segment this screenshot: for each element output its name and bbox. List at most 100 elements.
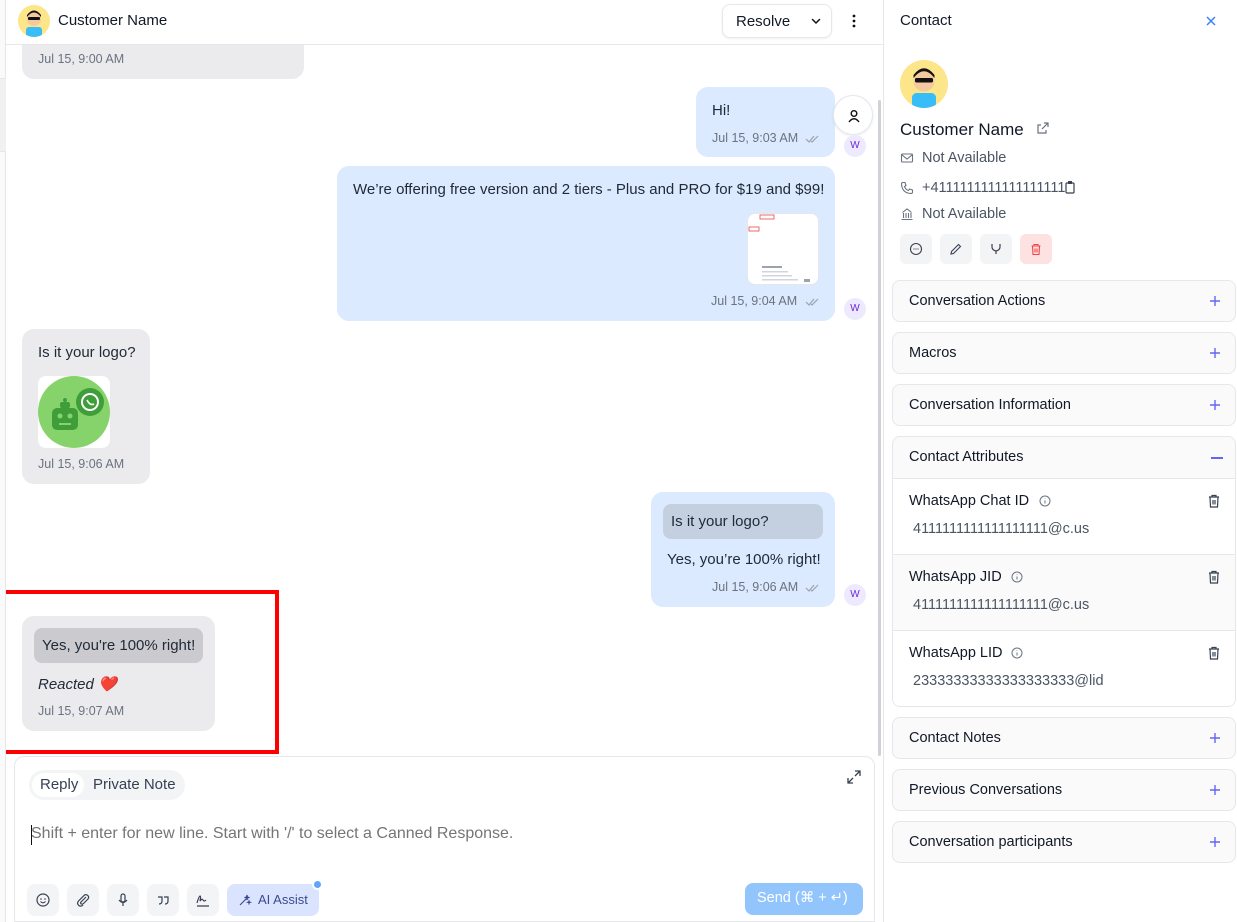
tab-reply[interactable]: Reply <box>40 776 78 793</box>
section-title: Contact Notes <box>909 730 1001 746</box>
attribute-item: WhatsApp JID 4111111111111111111@c.us <box>893 555 1235 631</box>
emoji-button[interactable] <box>27 884 59 916</box>
send-button[interactable]: Send (⌘ + ↵) <box>745 883 863 915</box>
ai-assist-label: AI Assist <box>258 892 308 907</box>
plus-icon[interactable] <box>1209 836 1221 848</box>
double-check-icon <box>805 135 819 143</box>
section-conversation-participants[interactable]: Conversation participants <box>892 821 1236 863</box>
user-icon <box>848 110 860 123</box>
emoji-icon <box>36 893 50 907</box>
tab-private-note[interactable]: Private Note <box>93 776 176 793</box>
section-contact-attributes: Contact Attributes WhatsApp Chat ID 4111… <box>892 436 1236 707</box>
new-message-button[interactable] <box>900 234 932 264</box>
message-time: Jul 15, 9:04 AM <box>711 294 798 308</box>
trash-icon[interactable] <box>1207 569 1221 585</box>
image-attachment[interactable] <box>38 376 110 448</box>
avatar[interactable] <box>18 5 50 37</box>
highlight-box <box>6 590 279 754</box>
attachment-thumbnail[interactable] <box>747 213 819 285</box>
assign-button[interactable] <box>833 95 873 135</box>
chat-icon <box>909 242 923 256</box>
resolve-button[interactable]: Resolve <box>722 4 832 38</box>
reply-mode-tabs: Reply Private Note <box>29 770 185 800</box>
section-title: Conversation Information <box>909 397 1071 413</box>
message-text: We’re offering free version and 2 tiers … <box>353 181 825 198</box>
trash-icon <box>1031 243 1041 256</box>
trash-icon[interactable] <box>1207 493 1221 509</box>
incoming-message: Jul 15, 9:00 AM <box>22 45 304 79</box>
microphone-icon <box>118 893 128 906</box>
plus-icon[interactable] <box>1209 784 1221 796</box>
message-list[interactable]: Jul 15, 9:00 AM Hi! Jul 15, 9:03 AM W We… <box>6 45 883 755</box>
expand-icon[interactable] <box>846 769 862 785</box>
message-text: Yes, you’re 100% right! <box>667 551 821 568</box>
quoted-message[interactable]: Is it your logo? <box>663 504 823 539</box>
info-icon[interactable] <box>1011 647 1023 659</box>
attribute-label: WhatsApp Chat ID <box>909 493 1030 509</box>
attribute-label: WhatsApp LID <box>909 645 1003 661</box>
info-icon[interactable] <box>1011 571 1023 583</box>
send-label: Send (⌘ + ↵) <box>757 890 848 906</box>
text-caret <box>31 825 32 845</box>
plus-icon[interactable] <box>1209 295 1221 307</box>
scrollbar[interactable] <box>878 100 881 756</box>
company-value: Not Available <box>922 206 1007 222</box>
voice-button[interactable] <box>107 884 139 916</box>
message-input[interactable] <box>31 825 851 843</box>
message-time: Jul 15, 9:06 AM <box>38 457 125 471</box>
quote-button[interactable] <box>147 884 179 916</box>
conversation-header: Customer Name Resolve <box>6 0 883 45</box>
section-header[interactable]: Contact Attributes <box>893 437 1235 479</box>
more-options-icon[interactable] <box>846 11 862 31</box>
reply-composer: Reply Private Note AI As <box>14 756 875 922</box>
section-macros[interactable]: Macros <box>892 332 1236 374</box>
attribute-value[interactable]: 4111111111111111111@c.us <box>913 597 1089 613</box>
quote-icon <box>158 896 169 905</box>
attribute-item: WhatsApp Chat ID 4111111111111111111@c.u… <box>893 479 1235 555</box>
signature-button[interactable] <box>187 884 219 916</box>
attribute-value[interactable]: 4111111111111111111@c.us <box>913 521 1089 537</box>
external-link-icon[interactable] <box>1036 121 1050 135</box>
message-time: Jul 15, 9:06 AM <box>712 580 799 594</box>
section-previous-conversations[interactable]: Previous Conversations <box>892 769 1236 811</box>
notification-dot <box>312 879 323 890</box>
message-time: Jul 15, 9:03 AM <box>712 131 799 145</box>
attribute-value[interactable]: 23333333333333333333@lid <box>913 673 1104 689</box>
section-contact-notes[interactable]: Contact Notes <box>892 717 1236 759</box>
section-title: Previous Conversations <box>909 782 1063 798</box>
plus-icon[interactable] <box>1209 347 1221 359</box>
edit-contact-button[interactable] <box>940 234 972 264</box>
info-icon[interactable] <box>1039 495 1051 507</box>
attach-button[interactable] <box>67 884 99 916</box>
panel-title: Contact <box>900 12 952 29</box>
message-time: Jul 15, 9:00 AM <box>38 52 125 66</box>
section-conversation-actions[interactable]: Conversation Actions <box>892 280 1236 322</box>
minus-icon[interactable] <box>1211 457 1223 459</box>
chevron-down-icon[interactable] <box>809 14 823 28</box>
plus-icon[interactable] <box>1209 399 1221 411</box>
app: Customer Name Resolve Jul 15, 9:00 AM Hi… <box>0 0 1237 922</box>
phone-value: +4111111111111111111 <box>922 180 1066 196</box>
trash-icon[interactable] <box>1207 645 1221 661</box>
message-text: Is it your logo? <box>38 344 136 361</box>
outgoing-message: We’re offering free version and 2 tiers … <box>337 166 835 321</box>
plus-icon[interactable] <box>1209 732 1221 744</box>
section-conversation-information[interactable]: Conversation Information <box>892 384 1236 426</box>
close-icon[interactable] <box>1204 14 1218 28</box>
delete-contact-button[interactable] <box>1020 234 1052 264</box>
incoming-message: Is it your logo? Jul 15, 9:06 AM <box>22 329 150 484</box>
section-title: Conversation participants <box>909 834 1073 850</box>
ai-assist-button[interactable]: AI Assist <box>227 884 319 916</box>
attribute-item: WhatsApp LID 23333333333333333333@lid <box>893 631 1235 706</box>
merge-contact-button[interactable] <box>980 234 1012 264</box>
sparkles-icon <box>239 894 252 906</box>
contact-name-header[interactable]: Customer Name <box>58 12 167 29</box>
copy-icon[interactable] <box>1064 180 1076 194</box>
section-title: Macros <box>909 345 957 361</box>
merge-icon <box>991 244 1001 254</box>
contact-panel: Contact Customer Name Not Available +411… <box>883 0 1237 922</box>
phone-icon <box>900 181 914 195</box>
outgoing-message: Hi! Jul 15, 9:03 AM <box>696 87 835 157</box>
resolve-label: Resolve <box>736 13 791 30</box>
double-check-icon <box>805 298 819 306</box>
